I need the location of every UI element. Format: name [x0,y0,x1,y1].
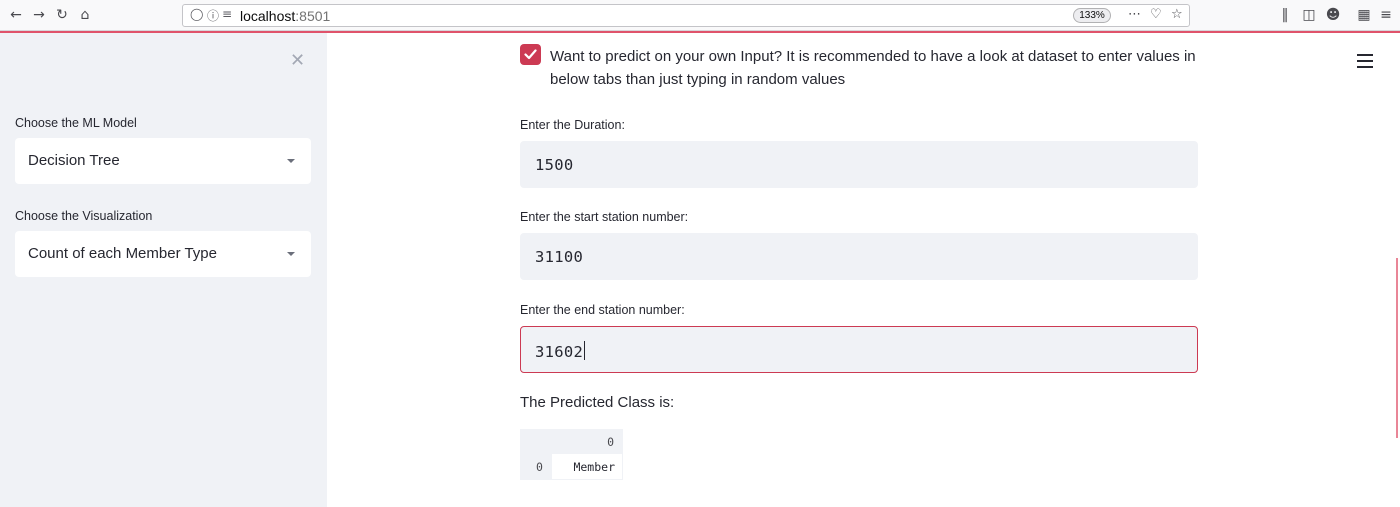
browser-toolbar: ← → ↻ ⌂ ◯ ⓘ ≡ localhost:8501 133% ⋯ ♡ ☆ … [0,0,1400,33]
viz-select[interactable]: Count of each Member Type [15,231,311,277]
viz-select-label: Choose the Visualization [15,209,153,223]
library-icon[interactable]: ‖ [1275,5,1295,25]
app-menu-icon[interactable]: ≡ [1376,5,1396,25]
scrollbar[interactable] [1396,258,1398,438]
dataframe-column-header: 0 [607,435,614,449]
url-text[interactable]: localhost:8501 [240,8,330,24]
main-content: Want to predict on your own Input? It is… [327,33,1400,507]
forward-arrow-icon[interactable]: → [29,5,49,25]
text-cursor [584,341,586,360]
predicted-class-label: The Predicted Class is: [520,394,675,411]
prediction-dataframe: 0 0 Member [520,429,623,480]
sidebar-icon[interactable]: ◫ [1299,5,1319,25]
zoom-indicator[interactable]: 133% [1073,8,1111,23]
chevron-down-icon [287,252,295,256]
address-bar[interactable]: ◯ ⓘ ≡ localhost:8501 133% ⋯ ♡ ☆ [182,4,1190,27]
start-station-input[interactable]: 31100 [520,233,1198,280]
dataframe-header: 0 [520,429,623,453]
chevron-down-icon [287,159,295,163]
own-input-checkbox-label[interactable]: Want to predict on your own Input? It is… [550,45,1210,91]
back-arrow-icon[interactable]: ← [6,5,26,25]
end-station-input[interactable]: 31602 [520,326,1198,373]
tracking-shield-icon[interactable]: ◯ [190,7,203,21]
duration-label: Enter the Duration: [520,118,625,132]
end-station-input-value: 31602 [535,341,586,361]
model-select-label: Choose the ML Model [15,116,137,130]
home-icon[interactable]: ⌂ [75,5,95,25]
start-station-label: Enter the start station number: [520,210,689,224]
check-icon [524,49,537,60]
duration-input[interactable]: 1500 [520,141,1198,188]
end-station-label: Enter the end station number: [520,303,685,317]
model-select[interactable]: Decision Tree [15,138,311,184]
start-station-input-value: 31100 [535,248,584,266]
own-input-checkbox[interactable] [520,44,541,65]
close-icon[interactable]: ✕ [290,50,305,71]
bookmark-star-icon[interactable]: ☆ [1171,7,1183,22]
model-select-value: Decision Tree [28,152,120,169]
dataframe-cell[interactable]: Member [551,453,623,480]
duration-input-value: 1500 [535,156,574,174]
sidebar: ✕ Choose the ML Model Decision Tree Choo… [0,33,327,507]
viz-select-value: Count of each Member Type [28,245,217,262]
dataframe-row-index: 0 [520,453,551,480]
permissions-icon[interactable]: ≡ [222,7,232,21]
pocket-icon[interactable]: ♡ [1150,7,1162,22]
hamburger-menu-icon[interactable] [1357,54,1373,68]
reload-icon[interactable]: ↻ [52,5,72,25]
more-dots-icon[interactable]: ⋯ [1128,7,1141,22]
account-icon[interactable]: ☻ [1323,5,1343,25]
info-icon[interactable]: ⓘ [207,7,219,24]
extensions-icon[interactable]: ▦ [1354,5,1374,25]
